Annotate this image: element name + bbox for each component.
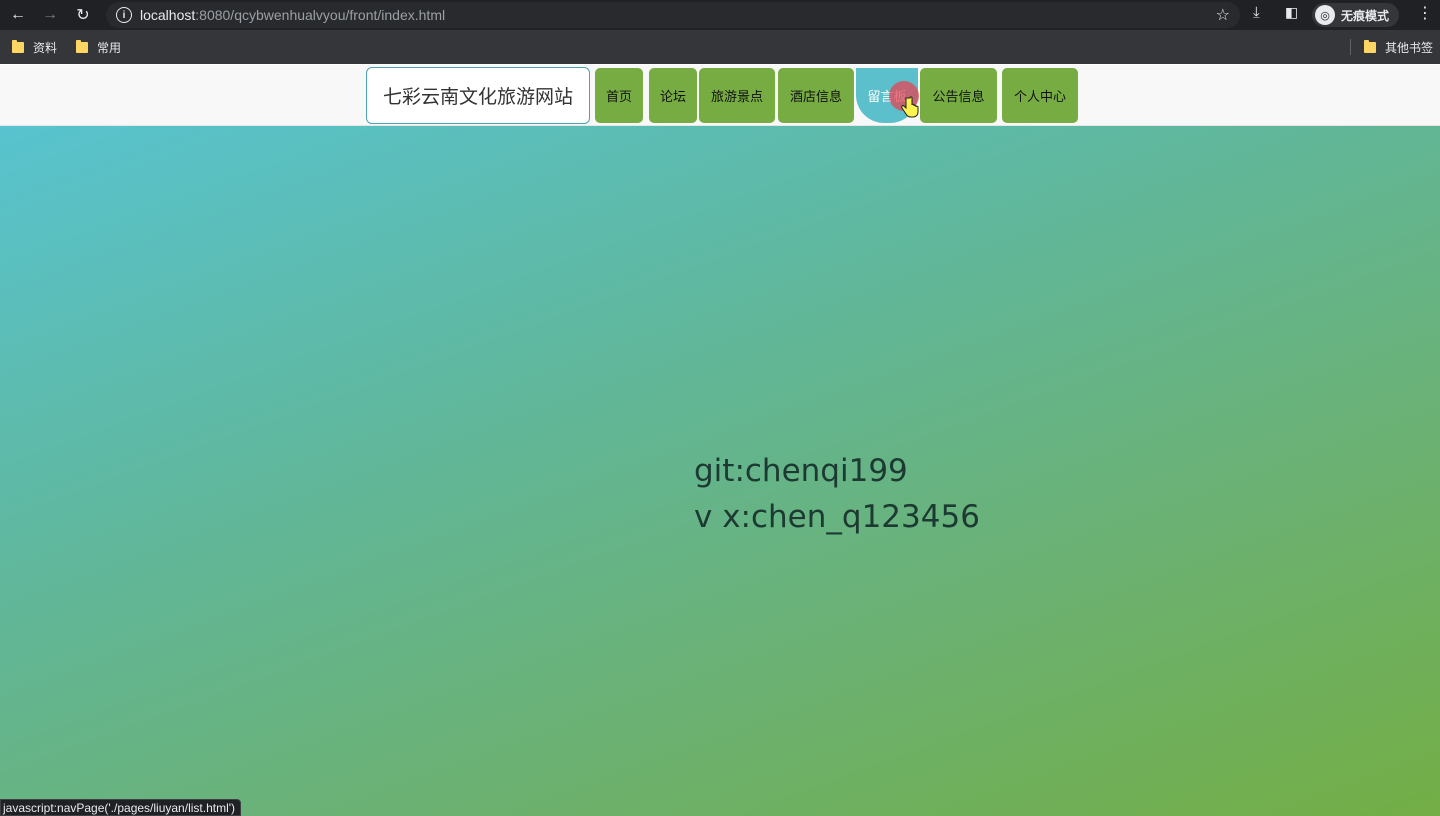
link-status-bar: javascript:navPage('./pages/liuyan/list.… xyxy=(0,799,242,816)
site-info-icon[interactable]: i xyxy=(116,7,132,23)
reload-icon[interactable]: ↻ xyxy=(72,4,94,26)
other-bookmarks-label: 其他书签 xyxy=(1385,41,1434,55)
hero-text: git:chenqi199 v x:chen_q123456 xyxy=(694,448,980,540)
nav-home[interactable]: 首页 xyxy=(595,68,643,123)
address-bar[interactable]: i localhost:8080/qcybwenhualvyou/front/i… xyxy=(106,2,1240,28)
nav-hotels[interactable]: 酒店信息 xyxy=(778,68,854,123)
browser-toolbar: ← → ↻ i localhost:8080/qcybwenhualvyou/f… xyxy=(0,0,1440,30)
forward-icon[interactable]: → xyxy=(39,4,61,26)
folder-icon xyxy=(1364,40,1376,53)
url-host: localhost xyxy=(140,7,196,23)
hero-line-git: git:chenqi199 xyxy=(694,453,908,489)
side-panel-icon[interactable]: ◧ xyxy=(1285,4,1298,21)
incognito-badge[interactable]: ◎ 无痕模式 xyxy=(1312,3,1400,27)
other-bookmarks[interactable]: 其他书签 xyxy=(1364,39,1433,56)
nav-personal-center[interactable]: 个人中心 xyxy=(1002,68,1078,123)
web-page: 七彩云南文化旅游网站 首页 论坛 旅游景点 酒店信息 留言板 公告信息 个人中心… xyxy=(0,65,1440,816)
url-path: :8080/qcybwenhualvyou/front/index.html xyxy=(195,7,446,23)
hero-banner: git:chenqi199 v x:chen_q123456 xyxy=(0,126,1440,816)
bookmark-folder-ziliao[interactable]: 资料 xyxy=(12,39,57,56)
bookmark-folder-changyong[interactable]: 常用 xyxy=(76,39,121,56)
incognito-label: 无痕模式 xyxy=(1341,8,1390,23)
site-header: 七彩云南文化旅游网站 首页 论坛 旅游景点 酒店信息 留言板 公告信息 个人中心 xyxy=(0,65,1440,126)
nav-forum[interactable]: 论坛 xyxy=(649,68,697,123)
url-text[interactable]: localhost:8080/qcybwenhualvyou/front/ind… xyxy=(140,7,445,23)
download-icon[interactable]: ⤓ xyxy=(1253,4,1260,21)
more-menu-icon[interactable]: ⋮ xyxy=(1417,3,1433,23)
folder-icon xyxy=(12,40,24,53)
nav-attractions[interactable]: 旅游景点 xyxy=(699,68,775,123)
bookmark-label: 资料 xyxy=(33,41,58,55)
incognito-icon: ◎ xyxy=(1315,5,1335,25)
bookmarks-divider xyxy=(1350,39,1351,55)
bookmarks-bar: 资料 常用 其他书签 xyxy=(0,30,1440,64)
bookmark-label: 常用 xyxy=(97,41,122,55)
nav-announcements[interactable]: 公告信息 xyxy=(920,68,997,123)
hero-line-contact: v x:chen_q123456 xyxy=(694,499,980,535)
folder-icon xyxy=(76,40,88,53)
site-title[interactable]: 七彩云南文化旅游网站 xyxy=(366,67,590,124)
bookmark-star-icon[interactable]: ☆ xyxy=(1216,5,1230,25)
back-icon[interactable]: ← xyxy=(7,4,29,26)
hand-cursor-icon xyxy=(901,96,919,118)
